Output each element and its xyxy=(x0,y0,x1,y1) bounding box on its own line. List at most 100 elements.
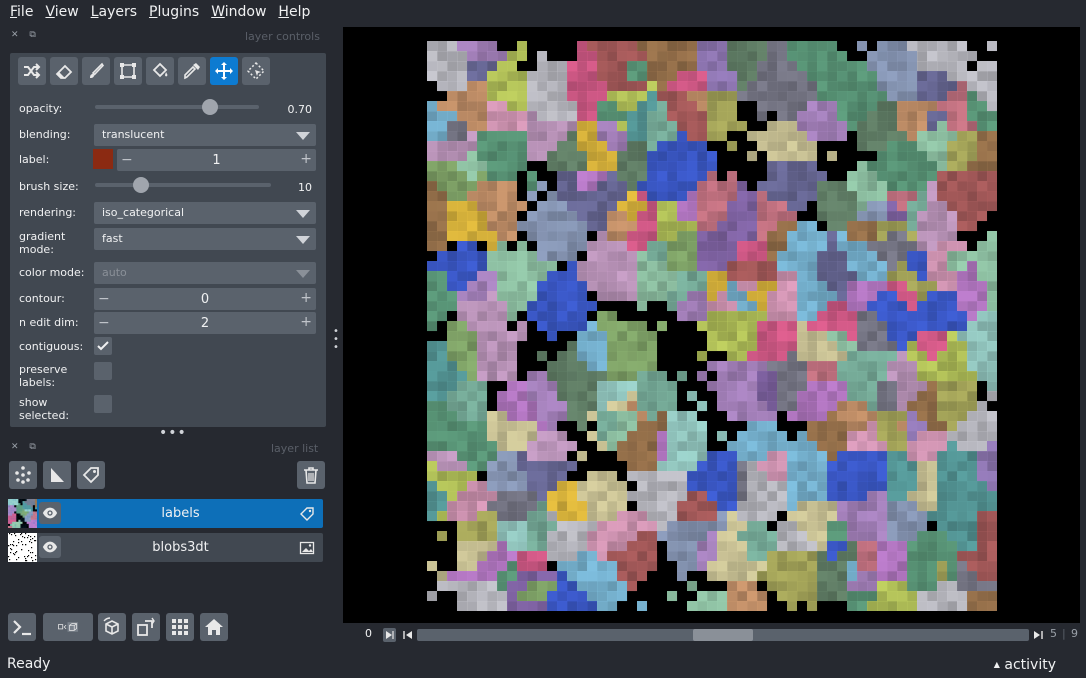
step-forward-icon xyxy=(1034,631,1043,639)
current-frame[interactable]: 5 xyxy=(1050,627,1057,640)
polygon-button[interactable] xyxy=(114,57,142,85)
new-points-button[interactable] xyxy=(9,461,37,489)
transform-button[interactable] xyxy=(242,57,270,85)
menu-plugins[interactable]: Plugins xyxy=(149,4,199,20)
dock-splitter-handle[interactable]: ••• xyxy=(159,425,187,441)
gradient-mode-value: fast xyxy=(102,232,123,245)
rendering-value: iso_categorical xyxy=(102,206,185,219)
contour-value: 0 xyxy=(200,292,210,307)
contiguous-label: contiguous: xyxy=(19,340,84,353)
n-edit-dim-spinbox[interactable]: − 2 + xyxy=(94,312,316,334)
contiguous-checkbox[interactable] xyxy=(94,337,112,355)
checkmark-icon xyxy=(97,341,109,351)
label-spinbox[interactable]: − 1 + xyxy=(117,149,316,171)
fill-bucket-icon xyxy=(152,62,168,78)
eye-icon xyxy=(42,507,58,519)
panel-splitter-handle[interactable]: • • • xyxy=(333,327,339,353)
color-picker-icon xyxy=(184,63,200,80)
menu-help[interactable]: Help xyxy=(278,4,310,20)
menubar: File View Layers Plugins Window Help xyxy=(0,0,1086,24)
play-icon xyxy=(386,631,394,639)
eye-icon xyxy=(42,541,58,553)
image-icon xyxy=(299,541,315,555)
new-points-icon xyxy=(15,466,31,484)
layer-list-title: layer list xyxy=(271,442,319,455)
dock-float-close-icon[interactable]: ✕ ⧉ xyxy=(11,442,40,452)
chevron-down-icon xyxy=(296,132,310,140)
visibility-toggle[interactable] xyxy=(39,502,61,524)
show-selected-checkbox[interactable] xyxy=(94,395,112,413)
brush-size-slider[interactable] xyxy=(95,183,271,187)
delete-layer-icon xyxy=(304,467,318,484)
new-shapes-icon xyxy=(51,468,64,482)
menu-window[interactable]: Window xyxy=(211,4,266,20)
layer-row-labels[interactable]: labels xyxy=(8,499,323,528)
layer-name[interactable]: labels xyxy=(68,506,293,521)
step-forward-button[interactable] xyxy=(1032,628,1045,642)
label-color-swatch[interactable] xyxy=(93,149,113,169)
console-icon xyxy=(13,620,31,636)
grid-view-button[interactable] xyxy=(166,613,194,641)
status-text: Ready xyxy=(7,656,51,672)
fill-button[interactable] xyxy=(146,57,174,85)
transpose-dimensions-button[interactable] xyxy=(132,613,160,641)
step-back-button[interactable] xyxy=(401,628,414,642)
dock-float-close-icon[interactable]: ✕ ⧉ xyxy=(11,30,40,40)
increment-icon[interactable]: + xyxy=(300,314,312,330)
dims-slider-bar: 0 5 | 9 xyxy=(343,625,1080,645)
contour-spinbox[interactable]: − 0 + xyxy=(94,288,316,310)
menu-layers[interactable]: Layers xyxy=(91,4,137,20)
layer-name[interactable]: blobs3dt xyxy=(68,540,293,555)
opacity-label: opacity: xyxy=(19,102,63,115)
total-frames: 9 xyxy=(1071,627,1078,640)
home-icon xyxy=(205,619,223,635)
menu-view[interactable]: View xyxy=(45,4,78,20)
menu-file[interactable]: File xyxy=(10,4,33,20)
erase-button[interactable] xyxy=(50,57,78,85)
chevron-down-icon xyxy=(296,270,310,278)
show-selected-label: show selected: xyxy=(19,396,70,422)
dims-slider-handle[interactable] xyxy=(693,629,753,641)
play-button[interactable] xyxy=(383,628,396,642)
roll-dimensions-button[interactable] xyxy=(98,613,126,641)
new-labels-button[interactable] xyxy=(77,461,105,489)
color-mode-combobox: auto xyxy=(94,262,316,284)
move-icon xyxy=(215,62,233,80)
n-edit-dim-value: 2 xyxy=(200,316,210,331)
shuffle-colors-button[interactable] xyxy=(18,57,46,85)
reset-view-button[interactable] xyxy=(200,613,228,641)
grid-icon xyxy=(172,619,188,635)
gradient-mode-combobox[interactable]: fast xyxy=(94,228,316,250)
chevron-down-icon xyxy=(296,236,310,244)
opacity-slider-handle[interactable] xyxy=(201,99,218,115)
increment-icon[interactable]: + xyxy=(300,290,312,306)
layer-row-blobs3dt[interactable]: blobs3dt xyxy=(8,533,323,562)
pick-button[interactable] xyxy=(178,57,206,85)
blending-combobox[interactable]: translucent xyxy=(94,124,316,146)
rendering-combobox[interactable]: iso_categorical xyxy=(94,202,316,224)
viewer-canvas[interactable] xyxy=(343,27,1080,623)
delete-layer-button[interactable] xyxy=(297,461,325,489)
paint-brush-icon xyxy=(90,62,105,78)
layer-controls-panel: opacity: 0.70 blending: translucent labe… xyxy=(10,53,326,427)
preserve-labels-checkbox[interactable] xyxy=(94,362,112,380)
pan-zoom-button[interactable] xyxy=(210,57,238,85)
new-labels-icon xyxy=(82,467,99,484)
rendering-label: rendering: xyxy=(19,206,77,219)
paint-button[interactable] xyxy=(82,57,110,85)
new-shapes-button[interactable] xyxy=(43,461,71,489)
ndisplay-toggle-button[interactable] xyxy=(43,613,93,641)
labels-image xyxy=(427,41,997,611)
brush-size-slider-handle[interactable] xyxy=(132,177,149,193)
opacity-slider[interactable] xyxy=(95,105,259,109)
increment-icon[interactable]: + xyxy=(300,151,312,167)
visibility-toggle[interactable] xyxy=(39,536,61,558)
layer-thumbnail xyxy=(8,499,37,528)
polygon-icon xyxy=(120,63,136,79)
preserve-labels-label: preserve labels: xyxy=(19,363,68,389)
blending-value: translucent xyxy=(102,128,165,141)
dims-slider-track[interactable] xyxy=(417,629,1029,641)
console-button[interactable] xyxy=(8,613,36,641)
transpose-icon xyxy=(137,617,155,636)
activity-button[interactable]: ▲ activity xyxy=(994,657,1056,673)
